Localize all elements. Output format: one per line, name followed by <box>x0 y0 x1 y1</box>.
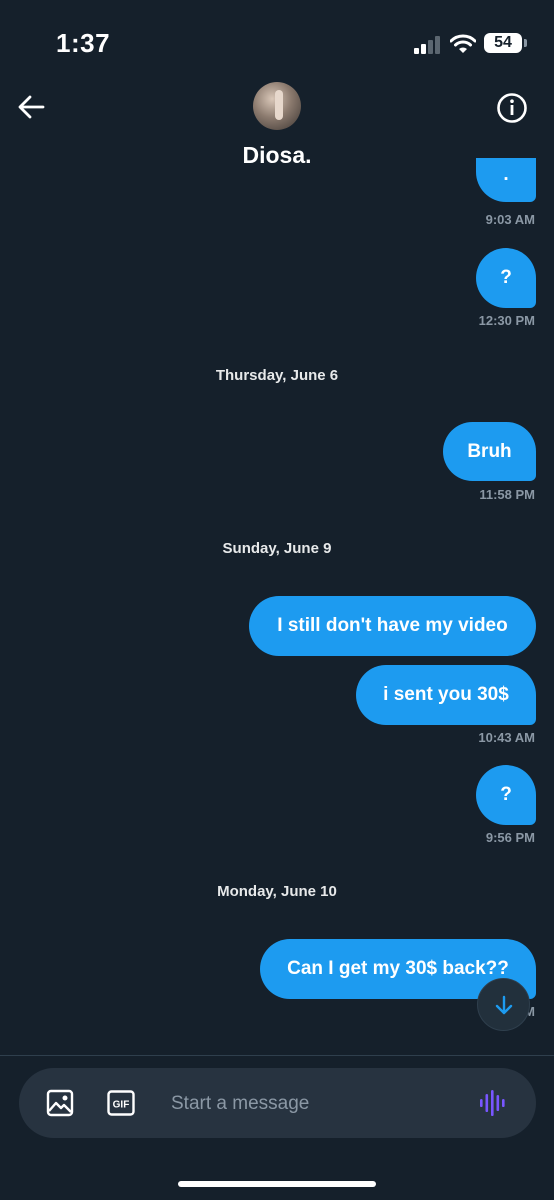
message-timestamp: 11:58 PM <box>479 487 535 502</box>
arrow-down-icon <box>495 995 512 1014</box>
composer-divider <box>0 1055 554 1056</box>
contact-name[interactable]: Diosa. <box>0 142 554 169</box>
info-icon[interactable] <box>496 92 528 124</box>
avatar[interactable] <box>253 82 301 130</box>
message-bubble[interactable]: . <box>476 158 536 202</box>
image-icon[interactable] <box>46 1089 74 1117</box>
cellular-signal-icon <box>414 36 440 54</box>
message-bubble[interactable]: Bruh <box>443 422 536 481</box>
date-separator: Thursday, June 6 <box>215 367 339 384</box>
message-timestamp: 10:43 AM <box>478 730 535 745</box>
message-bubble[interactable]: I still don't have my video <box>249 596 536 656</box>
date-separator: Monday, June 10 <box>217 883 337 900</box>
message-timestamp: 9:56 PM <box>485 830 535 845</box>
conversation-header: Diosa. <box>0 80 554 180</box>
message-timestamp: 12:30 PM <box>478 313 535 328</box>
message-bubble[interactable]: i sent you 30$ <box>356 665 536 725</box>
scroll-to-bottom-button[interactable] <box>477 978 530 1031</box>
battery-icon: 54 <box>484 33 522 53</box>
gif-icon[interactable]: GIF <box>107 1090 135 1116</box>
message-input[interactable] <box>169 1084 463 1124</box>
message-bubble[interactable]: ? <box>476 765 536 825</box>
voice-waveform-icon[interactable] <box>479 1090 509 1116</box>
date-separator: Sunday, June 9 <box>222 540 332 557</box>
message-bubble[interactable]: ? <box>476 248 536 308</box>
status-time: 1:37 <box>56 28 111 58</box>
back-arrow-icon[interactable] <box>16 92 46 122</box>
home-indicator[interactable] <box>178 1181 376 1187</box>
battery-cap <box>524 39 527 47</box>
message-composer: GIF <box>19 1068 536 1138</box>
message-timestamp: 9:03 AM <box>485 212 535 227</box>
gif-label: GIF <box>113 1100 130 1111</box>
wifi-icon <box>450 34 476 53</box>
status-bar: 1:37 54 <box>0 0 554 80</box>
